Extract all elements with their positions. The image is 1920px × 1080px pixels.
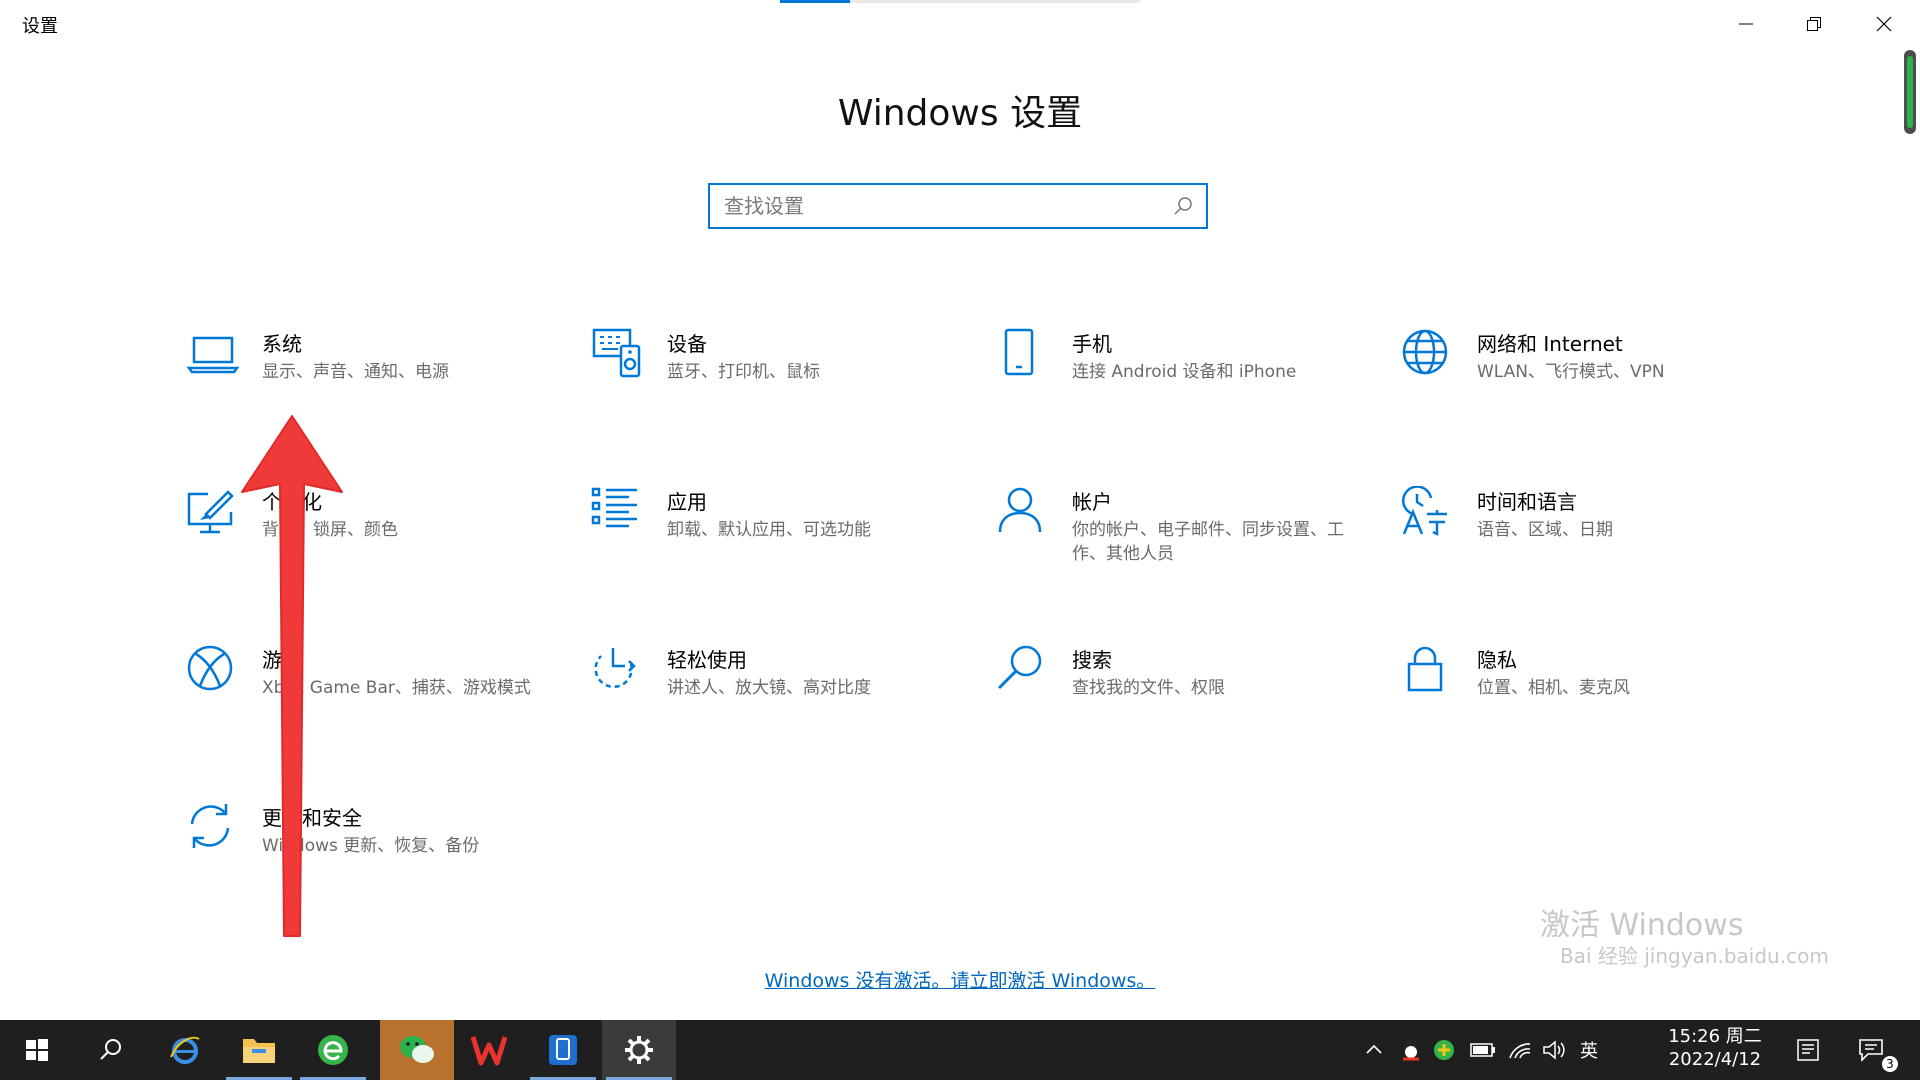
tile-title: 手机 [1072,332,1112,356]
person-icon [998,487,1042,533]
wechat-icon [400,1036,434,1063]
tile-title: 轻松使用 [667,648,747,672]
annotation-arrow-icon [241,415,343,937]
search-icon [100,1039,121,1060]
chevron-up-icon [1366,1044,1382,1054]
notification-icon [1859,1039,1883,1062]
devices-icon [592,328,641,378]
tile-privacy[interactable]: 隐私位置、相机、麦克风 [1401,644,1781,764]
phone-icon [1004,328,1034,376]
taskbar-file-explorer[interactable] [222,1020,296,1080]
tray-volume[interactable] [1542,1020,1566,1080]
search-magnifier-icon [997,645,1042,690]
tile-title: 网络和 Internet [1477,332,1623,356]
tile-ease-of-access[interactable]: 轻松使用讲述人、放大镜、高对比度 [591,644,971,764]
clock-date: 2022/4/12 [1668,1049,1762,1070]
tile-title: 搜索 [1072,648,1112,672]
sync-icon [190,804,230,848]
tile-title: 时间和语言 [1477,490,1577,514]
settings-gear-icon [625,1036,653,1064]
tray-qq[interactable] [1398,1020,1424,1080]
app-tray-icon [1434,1040,1454,1060]
taskbar-wechat[interactable] [380,1020,454,1080]
laptop-icon [186,336,240,374]
taskbar-browser[interactable] [296,1020,370,1080]
tile-phone[interactable]: 手机连接 Android 设备和 iPhone [996,328,1376,448]
watermark-baidu: Bai 经验 jingyan.baidu.com [1560,944,1829,968]
tile-desc: WLAN、飞行模式、VPN [1477,362,1665,382]
tile-desc: 连接 Android 设备和 iPhone [1072,362,1297,382]
taskbar-wps[interactable] [452,1020,526,1080]
wifi-icon [1509,1043,1531,1059]
qq-icon [1403,1039,1419,1061]
clock-time: 15:26 周二 [1668,1026,1762,1047]
tile-title: 应用 [667,490,707,514]
volume-icon [1543,1040,1565,1060]
taskbar-ie[interactable] [148,1020,222,1080]
apps-list-icon [591,487,637,528]
tile-time-language[interactable]: 时间和语言语音、区域、日期 [1401,486,1781,606]
start-button[interactable] [0,1020,74,1080]
lock-icon [1407,646,1443,692]
taskbar-phone-app[interactable] [526,1020,600,1080]
tile-search[interactable]: 搜索查找我的文件、权限 [996,644,1376,764]
battery-icon [1470,1043,1495,1057]
ie-icon [170,1036,200,1064]
tile-network[interactable]: 网络和 Internet WLAN、飞行模式、VPN [1401,328,1781,448]
action-center-button[interactable] [1858,1020,1884,1080]
personalization-icon [187,490,234,534]
tray-wifi[interactable] [1508,1020,1532,1080]
phone-app-icon [549,1035,577,1065]
notification-badge: 3 [1882,1056,1898,1072]
tray-overflow-button[interactable] [1364,1020,1384,1080]
taskbar-settings[interactable] [602,1020,676,1080]
tray-app-green[interactable] [1432,1020,1456,1080]
explorer-icon [243,1039,275,1063]
tile-title: 设备 [667,332,707,356]
start-icon [26,1039,48,1061]
tray-battery[interactable] [1470,1020,1496,1080]
tile-desc: 位置、相机、麦克风 [1477,678,1630,698]
notes-icon [1797,1039,1819,1061]
ime-indicator: 英 [1580,1041,1598,1062]
tile-desc: 你的帐户、电子邮件、同步设置、工作、其他人员 [1072,520,1344,564]
ease-of-access-icon [594,648,636,689]
browser-icon [318,1035,348,1065]
watermark-activate: 激活 Windows [1540,908,1744,943]
globe-icon [1402,329,1448,375]
tile-desc: 查找我的文件、权限 [1072,678,1225,698]
tile-desc: 语音、区域、日期 [1477,520,1613,540]
tile-desc: 卸载、默认应用、可选功能 [667,520,871,540]
tile-devices[interactable]: 设备蓝牙、打印机、鼠标 [591,328,971,448]
tile-title: 隐私 [1477,648,1517,672]
tile-desc: 显示、声音、通知、电源 [262,362,449,382]
tile-desc: 蓝牙、打印机、鼠标 [667,362,820,382]
tile-desc: 讲述人、放大镜、高对比度 [667,678,871,698]
tile-title: 帐户 [1072,490,1112,514]
tile-accounts[interactable]: 帐户你的帐户、电子邮件、同步设置、工作、其他人员 [996,486,1376,606]
xbox-icon [187,645,233,691]
tray-ime[interactable]: 英 [1580,1020,1598,1080]
taskbar-clock[interactable]: 15:26 周二 2022/4/12 [1660,1026,1770,1072]
wps-icon [471,1036,507,1066]
tile-apps[interactable]: 应用卸载、默认应用、可选功能 [591,486,971,606]
activate-windows-link[interactable]: Windows 没有激活。请立即激活 Windows。 [0,966,1920,993]
tray-notes[interactable] [1796,1020,1820,1080]
taskbar: 英 15:26 周二 2022/4/12 3 [0,1020,1920,1080]
time-language-icon [1402,486,1447,537]
tile-title: 系统 [262,332,302,356]
taskbar-search-button[interactable] [74,1020,148,1080]
